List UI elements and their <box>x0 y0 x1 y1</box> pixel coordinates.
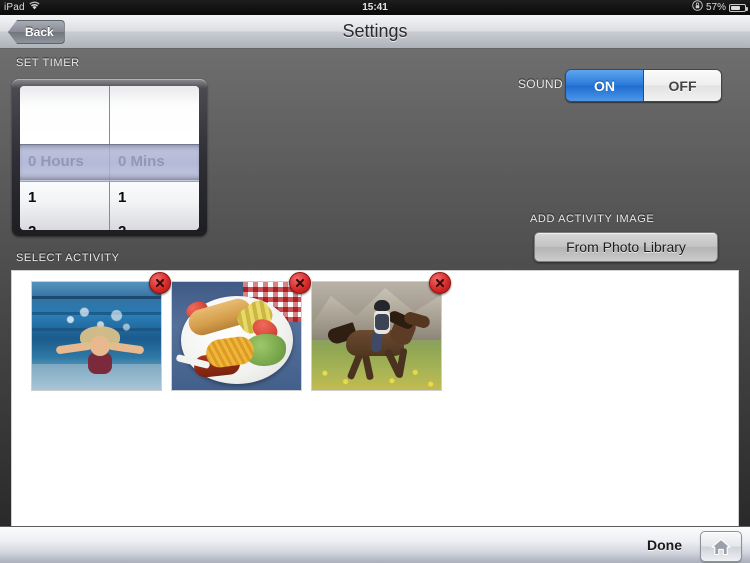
settings-content: SET TIMER 0 Hours 1 2 0 Mins 1 2 <box>0 49 750 563</box>
sound-toggle[interactable]: ON OFF <box>565 69 722 102</box>
status-bar-right: 57% <box>692 0 748 16</box>
from-photo-library-button[interactable]: From Photo Library <box>534 232 718 262</box>
add-activity-image-label: ADD ACTIVITY IMAGE <box>530 213 655 225</box>
minutes-row-selected[interactable]: 0 Mins <box>110 144 199 180</box>
picnic-meal-illustration <box>172 282 301 390</box>
activity-list-panel <box>11 270 739 563</box>
swimming-illustration <box>32 282 161 390</box>
home-button[interactable] <box>700 531 742 562</box>
battery-percent-label: 57% <box>705 2 726 13</box>
bottom-toolbar: Done <box>0 526 750 563</box>
delete-x-icon[interactable] <box>149 272 171 294</box>
delete-x-icon[interactable] <box>289 272 311 294</box>
sound-on-segment[interactable]: ON <box>566 70 644 101</box>
ipad-screen: iPad 15:41 57% Back Settings SET TIMER 0… <box>0 0 750 563</box>
status-bar: iPad 15:41 57% <box>0 0 750 15</box>
minutes-row-blank <box>110 86 199 118</box>
set-timer-label: SET TIMER <box>16 57 80 69</box>
select-activity-label: SELECT ACTIVITY <box>16 252 120 264</box>
sound-label: SOUND <box>518 77 563 91</box>
activity-thumbnail-strip <box>31 272 451 391</box>
hours-row-selected[interactable]: 0 Hours <box>20 144 109 180</box>
activity-image-picnic-meal[interactable] <box>171 281 302 391</box>
home-icon <box>711 538 731 556</box>
timer-picker[interactable]: 0 Hours 1 2 0 Mins 1 2 <box>12 79 207 236</box>
hours-row-2[interactable]: 2 <box>20 214 109 230</box>
activity-image-swimming[interactable] <box>31 281 162 391</box>
navigation-bar: Back Settings <box>0 15 750 49</box>
minutes-row-1[interactable]: 1 <box>110 180 199 216</box>
minutes-wheel[interactable]: 0 Mins 1 2 <box>109 86 199 230</box>
activity-image-horse-riding[interactable] <box>311 281 442 391</box>
status-bar-clock: 15:41 <box>362 2 388 13</box>
horse-riding-illustration <box>312 282 441 390</box>
delete-x-icon[interactable] <box>429 272 451 294</box>
activity-thumbnail-picnic-meal[interactable] <box>171 272 311 391</box>
timer-picker-wheels: 0 Hours 1 2 0 Mins 1 2 <box>20 86 199 230</box>
activity-thumbnail-swimming[interactable] <box>31 272 171 391</box>
battery-icon <box>729 3 748 12</box>
rotation-lock-icon <box>692 0 703 16</box>
hours-row-blank <box>20 86 109 118</box>
page-title: Settings <box>342 21 408 41</box>
hours-wheel[interactable]: 0 Hours 1 2 <box>20 86 109 230</box>
hours-row-1[interactable]: 1 <box>20 180 109 216</box>
minutes-row-2[interactable]: 2 <box>110 214 199 230</box>
activity-thumbnail-horse-riding[interactable] <box>311 272 451 391</box>
done-button[interactable]: Done <box>635 533 694 557</box>
sound-off-segment[interactable]: OFF <box>644 70 721 101</box>
